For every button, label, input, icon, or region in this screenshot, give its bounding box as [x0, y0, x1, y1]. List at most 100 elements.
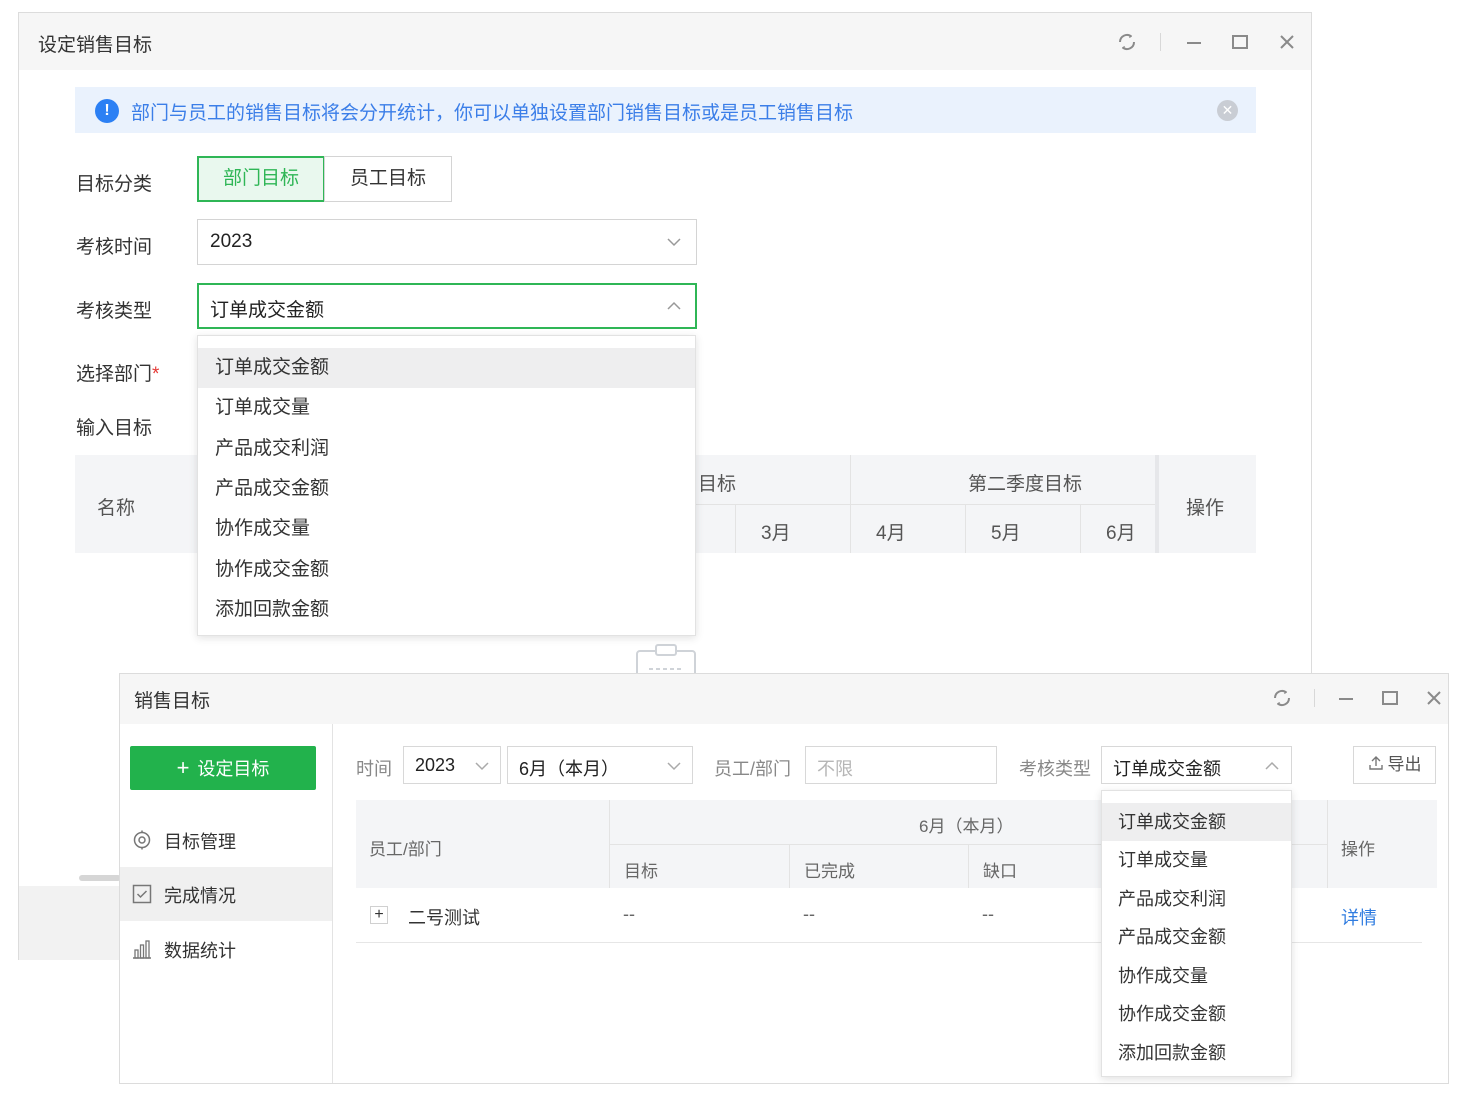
category-label: 目标分类 — [76, 174, 153, 195]
divider — [1080, 504, 1081, 553]
footer-strip — [19, 886, 119, 960]
title-bar: 销售目标 — [120, 674, 1448, 724]
tab-employee-target[interactable]: 员工目标 — [324, 156, 452, 202]
name-column-header: 名称 — [97, 498, 136, 519]
month-select[interactable]: 6月（本月） — [507, 746, 693, 784]
divider — [1327, 800, 1328, 888]
sidebar-item-completion[interactable]: 完成情况 — [120, 867, 332, 921]
dropdown-option[interactable]: 订单成交金额 — [1102, 803, 1291, 841]
set-target-button-label: 设定目标 — [197, 759, 270, 779]
required-mark: * — [152, 364, 160, 385]
type-dropdown: 订单成交金额 订单成交量 产品成交利润 产品成交金额 协作成交量 协作成交金额 … — [197, 335, 696, 636]
department-label-text: 选择部门 — [76, 364, 153, 385]
minimize-icon[interactable] — [1334, 686, 1358, 710]
type-label: 考核类型 — [76, 301, 153, 322]
export-button[interactable]: 导出 — [1353, 746, 1436, 784]
refresh-icon[interactable] — [1270, 686, 1294, 710]
window-title: 设定销售目标 — [38, 35, 153, 56]
sidebar-item-target-management[interactable]: 目标管理 — [120, 813, 332, 867]
month-column-header: 6月（本月） — [919, 817, 1014, 836]
sidebar-item-label: 数据统计 — [164, 941, 236, 961]
dropdown-option[interactable]: 协作成交量 — [198, 509, 695, 549]
year-select-value: 2023 — [415, 755, 456, 775]
alert-message: 部门与员工的销售目标将会分开统计，你可以单独设置部门销售目标或是员工销售目标 — [131, 103, 854, 124]
dropdown-option[interactable]: 协作成交量 — [1102, 957, 1291, 995]
divider — [850, 455, 851, 553]
month-header-4: 4月 — [876, 523, 906, 544]
maximize-icon[interactable] — [1378, 686, 1402, 710]
type-select-value: 订单成交金额 — [1113, 759, 1221, 779]
input-target-label: 输入目标 — [76, 418, 153, 439]
dropdown-option[interactable]: 订单成交量 — [1102, 841, 1291, 879]
info-alert: ! 部门与员工的销售目标将会分开统计，你可以单独设置部门销售目标或是员工销售目标… — [75, 87, 1256, 133]
sidebar-item-label: 完成情况 — [164, 886, 236, 906]
dropdown-option[interactable]: 产品成交金额 — [198, 469, 695, 509]
dropdown-option[interactable]: 订单成交金额 — [198, 348, 695, 388]
row-name: 二号测试 — [408, 908, 480, 928]
set-target-button[interactable]: + 设定目标 — [130, 746, 316, 790]
employee-department-input[interactable]: 不限 — [805, 746, 997, 784]
column-divider — [1155, 455, 1159, 553]
row-completed: -- — [803, 904, 815, 924]
divider — [695, 504, 1155, 505]
q1-column-header: 目标 — [698, 474, 737, 495]
dropdown-option[interactable]: 产品成交金额 — [1102, 918, 1291, 956]
dropdown-option[interactable]: 产品成交利润 — [198, 429, 695, 469]
chevron-down-icon — [666, 234, 682, 250]
month-header-3: 3月 — [761, 523, 791, 544]
empty-state-icon — [635, 643, 697, 682]
q2-column-header: 第二季度目标 — [968, 474, 1083, 495]
sidebar-item-label: 目标管理 — [164, 832, 236, 852]
divider — [1160, 33, 1161, 51]
type-dropdown: 订单成交金额 订单成交量 产品成交利润 产品成交金额 协作成交量 协作成交金额 … — [1101, 790, 1292, 1077]
dropdown-option[interactable]: 订单成交量 — [198, 388, 695, 428]
chevron-up-icon — [666, 298, 682, 314]
type-filter-label: 考核类型 — [1019, 759, 1091, 779]
target-icon — [132, 830, 152, 850]
month-header-6: 6月 — [1106, 523, 1136, 544]
month-select-value: 6月（本月） — [519, 759, 620, 779]
sidebar-item-statistics[interactable]: 数据统计 — [120, 922, 332, 976]
refresh-icon[interactable] — [1115, 30, 1139, 54]
dropdown-option[interactable]: 添加回款金额 — [1102, 1034, 1291, 1072]
sales-target-window: 销售目标 + 设定目标 目标管理 完成情况 数据统计 时间 2023 6月（本月… — [119, 673, 1449, 1084]
divider — [735, 504, 736, 553]
upload-icon — [1368, 748, 1384, 784]
checkbox-icon — [132, 884, 152, 904]
divider — [1314, 689, 1315, 707]
time-filter-label: 时间 — [356, 759, 392, 779]
chevron-down-icon — [666, 758, 682, 774]
divider — [789, 844, 790, 888]
tab-department-target[interactable]: 部门目标 — [197, 156, 325, 202]
scrollbar[interactable] — [79, 875, 121, 881]
year-select-value: 2023 — [210, 231, 253, 252]
close-icon[interactable] — [1275, 30, 1299, 54]
close-icon[interactable] — [1422, 686, 1446, 710]
type-select[interactable]: 订单成交金额 — [1101, 746, 1292, 784]
alert-close-icon[interactable]: ✕ — [1217, 100, 1238, 121]
title-bar: 设定销售目标 — [19, 13, 1311, 70]
year-select[interactable]: 2023 — [403, 746, 501, 784]
sidebar: + 设定目标 目标管理 完成情况 数据统计 — [120, 724, 333, 1083]
employee-column-header: 员工/部门 — [369, 840, 442, 859]
detail-link[interactable]: 详情 — [1341, 904, 1377, 930]
department-label: 选择部门* — [76, 359, 159, 386]
export-label: 导出 — [1387, 755, 1422, 774]
year-select[interactable]: 2023 — [197, 219, 697, 265]
time-label: 考核时间 — [76, 237, 153, 258]
expand-icon[interactable]: + — [370, 906, 388, 924]
chevron-down-icon — [474, 758, 490, 774]
dropdown-option[interactable]: 协作成交金额 — [1102, 995, 1291, 1033]
maximize-icon[interactable] — [1228, 30, 1252, 54]
info-icon: ! — [95, 99, 119, 123]
employee-filter-label: 员工/部门 — [714, 759, 792, 779]
minimize-icon[interactable] — [1182, 30, 1206, 54]
chevron-up-icon — [1264, 758, 1280, 774]
type-select[interactable]: 订单成交金额 — [197, 283, 697, 329]
dropdown-option[interactable]: 添加回款金额 — [198, 590, 695, 630]
window-title: 销售目标 — [134, 691, 211, 712]
dropdown-option[interactable]: 协作成交金额 — [198, 550, 695, 590]
dropdown-option[interactable]: 产品成交利润 — [1102, 880, 1291, 918]
completed-column-header: 已完成 — [804, 862, 855, 881]
month-header-5: 5月 — [991, 523, 1021, 544]
